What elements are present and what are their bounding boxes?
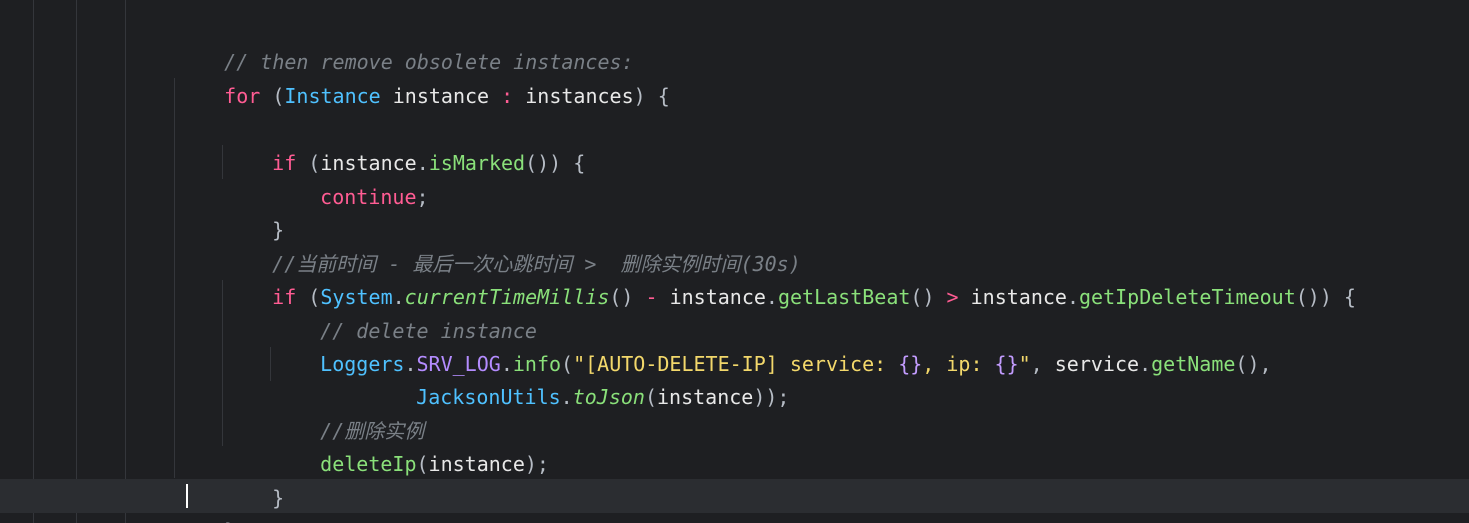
code-line-if-is-marked[interactable]: if (instance.isMarked()) { [224,112,585,175]
punctuation: () [609,285,646,309]
dot: . [560,385,573,409]
code-line-comment-delete-instance[interactable]: // delete instance [272,280,537,343]
code-line-logger-info[interactable]: Loggers.SRV_LOG.info("[AUTO-DELETE-IP] s… [272,313,1271,376]
format-placeholder: {} [898,352,923,376]
text-cursor [186,484,188,508]
variable: instance [669,285,766,309]
variable: instance [428,452,525,476]
code-line-for-loop[interactable]: for (Instance instance : instances) { [176,45,670,108]
punctuation: (), [1235,352,1272,376]
operator-colon: : [501,84,514,108]
punctuation: )); [753,385,790,409]
punctuation: ); [524,452,549,476]
code-line-jackson-to-json[interactable]: JacksonUtils.toJson(instance)); [368,346,789,409]
variable: instances [525,84,634,108]
code-line-delete-ip[interactable]: deleteIp(instance); [272,413,549,476]
dot: . [1139,352,1152,376]
indent-guide [174,78,175,478]
code-line-closing-brace[interactable]: } [224,447,284,510]
type-name: Instance [284,84,381,108]
punctuation: () [910,285,947,309]
punctuation: ( [416,452,429,476]
method-call: isMarked [428,151,526,175]
static-method-call: toJson [572,385,645,409]
code-line-closing-brace[interactable]: } [224,179,284,242]
indent-guide [33,0,34,523]
indent-guide [125,0,126,523]
indent-guide [222,280,223,446]
dot: . [765,285,778,309]
punctuation: ( [260,84,285,108]
string-literal: , ip: [922,352,995,376]
variable: service [1054,352,1140,376]
variable: instance [392,84,490,108]
method-call: getLastBeat [777,285,911,309]
format-placeholder: {} [994,352,1019,376]
code-line-comment-remove-obsolete[interactable]: // then remove obsolete instances: [176,11,633,74]
method-call: getIpDeleteTimeout [1079,285,1296,309]
punctuation: ) { [633,84,670,108]
code-editor[interactable]: // then remove obsolete instances: for (… [0,0,1469,523]
punctuation: , [1030,352,1055,376]
variable: instance [970,285,1067,309]
string-literal: " [1018,352,1031,376]
punctuation: ()) { [525,151,586,175]
code-line-comment-delete[interactable]: //删除实例 [272,380,424,443]
punctuation: ( [644,385,658,409]
code-line-continue[interactable]: continue; [272,146,428,209]
operator-minus: - [645,285,658,309]
code-line-comment-time-check[interactable]: //当前时间 - 最后一次心跳时间 > 删除实例时间(30s) [224,213,801,276]
code-line-if-timeout[interactable]: if (System.currentTimeMillis() - instanc… [224,246,1356,309]
operator-greater-than: > [946,285,959,309]
semicolon: ; [416,185,429,209]
keyword-for: for [224,84,261,108]
indent-guide [76,0,77,523]
dot: . [1066,285,1079,309]
keyword-continue: continue [320,185,417,209]
closing-brace: } [224,519,236,523]
indent-guide [222,145,223,179]
closing-brace: } [272,486,285,510]
variable: instance [657,385,754,409]
punctuation: ()) { [1295,285,1356,309]
method-call: getName [1151,352,1236,376]
method-call: deleteIp [320,452,417,476]
type-name: JacksonUtils [416,385,561,409]
indent-guide [270,347,271,381]
